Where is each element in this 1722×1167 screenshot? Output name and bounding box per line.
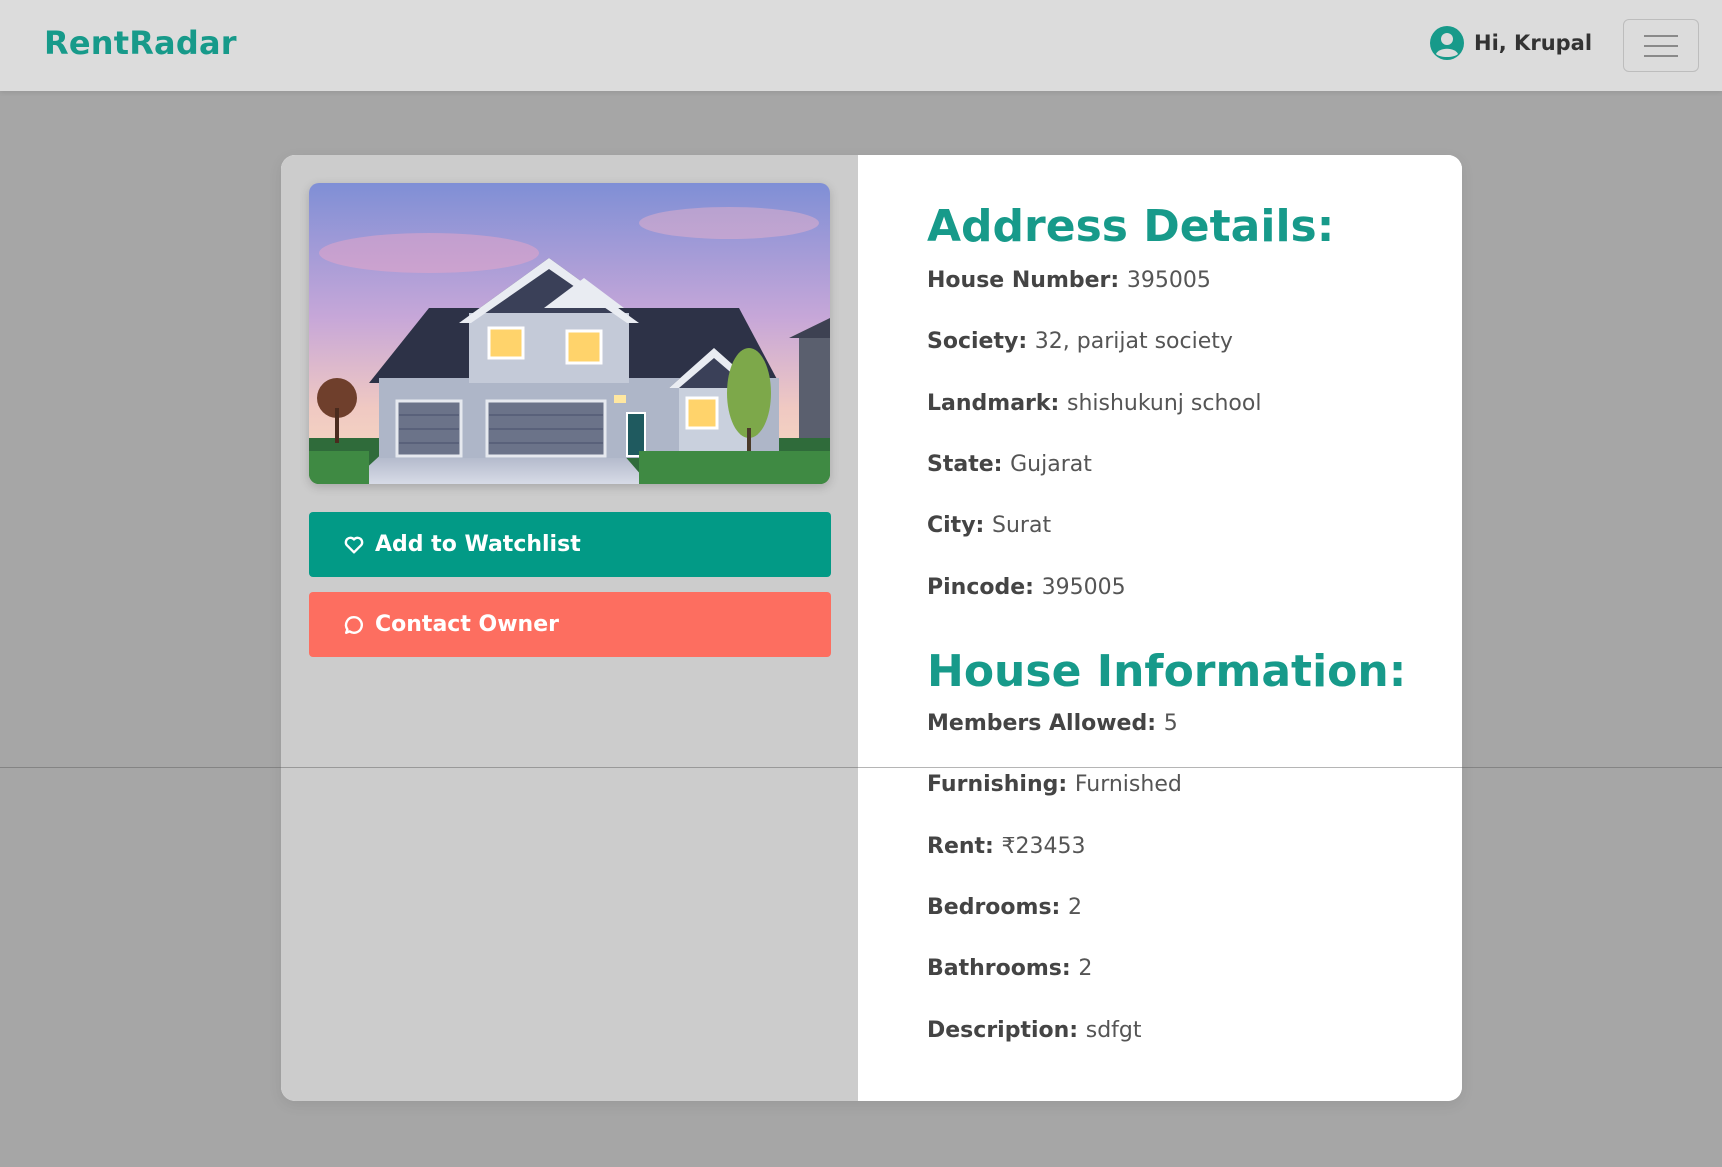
brand-logo[interactable]: RentRadar xyxy=(44,24,237,62)
detail-label: Members Allowed: xyxy=(927,711,1164,736)
house-illustration xyxy=(309,183,830,484)
detail-value: 2 xyxy=(1068,895,1082,920)
add-to-watchlist-button[interactable]: Add to Watchlist xyxy=(309,512,831,577)
hamburger-icon xyxy=(1644,34,1678,37)
divider-line xyxy=(0,767,1722,768)
house-photo xyxy=(309,183,830,484)
detail-members-allowed: Members Allowed: 5 xyxy=(927,711,1178,736)
detail-value: 5 xyxy=(1163,711,1178,736)
hamburger-menu-button[interactable] xyxy=(1623,19,1699,72)
detail-bedrooms: Bedrooms: 2 xyxy=(927,895,1082,920)
watchlist-label: Add to Watchlist xyxy=(375,532,581,557)
detail-description: Description: sdfgt xyxy=(927,1018,1142,1043)
detail-landmark: Landmark: shishukunj school xyxy=(927,391,1261,416)
navbar: RentRadar Hi, Krupal xyxy=(0,0,1722,91)
detail-value: 32, parijat society xyxy=(1034,329,1233,354)
detail-value: Furnished xyxy=(1074,772,1182,797)
hamburger-icon-line xyxy=(1644,54,1678,57)
detail-label: Society: xyxy=(927,329,1035,354)
house-information-heading: House Information: xyxy=(927,646,1407,697)
detail-society: Society: 32, parijat society xyxy=(927,329,1233,354)
detail-value: shishukunj school xyxy=(1066,391,1262,416)
user-circle-icon xyxy=(1430,26,1464,60)
detail-city: City: Surat xyxy=(927,513,1051,538)
user-greeting[interactable]: Hi, Krupal xyxy=(1430,26,1592,60)
detail-bathrooms: Bathrooms: 2 xyxy=(927,956,1092,981)
detail-value: 395005 xyxy=(1126,268,1211,293)
hamburger-icon-line xyxy=(1644,44,1678,47)
detail-value: Gujarat xyxy=(1010,452,1092,477)
detail-label: Rent: xyxy=(927,834,1002,859)
property-details-panel: Address Details: House Number: 395005 So… xyxy=(858,155,1462,1101)
detail-value: 2 xyxy=(1078,956,1093,981)
property-media-panel: Add to Watchlist Contact Owner xyxy=(281,155,858,1101)
detail-value: 395005 xyxy=(1041,575,1126,600)
detail-state: State: Gujarat xyxy=(927,452,1092,477)
detail-value: sdfgt xyxy=(1085,1018,1142,1043)
detail-value: Surat xyxy=(992,513,1052,538)
address-details-heading: Address Details: xyxy=(927,201,1335,252)
detail-pincode: Pincode: 395005 xyxy=(927,575,1126,600)
detail-rent: Rent: ₹23453 xyxy=(927,834,1085,859)
detail-label: Description: xyxy=(927,1018,1086,1043)
chat-bubble-icon xyxy=(344,615,363,634)
contact-owner-label: Contact Owner xyxy=(375,612,559,637)
heart-icon xyxy=(344,536,364,554)
detail-label: City: xyxy=(927,513,993,538)
detail-label: Furnishing: xyxy=(927,772,1075,797)
detail-value: ₹23453 xyxy=(1001,834,1086,859)
detail-label: House Number: xyxy=(927,268,1127,293)
detail-label: State: xyxy=(927,452,1011,477)
detail-furnishing: Furnishing: Furnished xyxy=(927,772,1182,797)
detail-label: Pincode: xyxy=(927,575,1042,600)
greeting-text: Hi, Krupal xyxy=(1474,31,1593,55)
property-card: Add to Watchlist Contact Owner Address D… xyxy=(281,155,1462,1101)
detail-label: Bedrooms: xyxy=(927,895,1068,920)
detail-label: Bathrooms: xyxy=(927,956,1079,981)
contact-owner-button[interactable]: Contact Owner xyxy=(309,592,831,657)
detail-house-number: House Number: 395005 xyxy=(927,268,1211,293)
detail-label: Landmark: xyxy=(927,391,1067,416)
